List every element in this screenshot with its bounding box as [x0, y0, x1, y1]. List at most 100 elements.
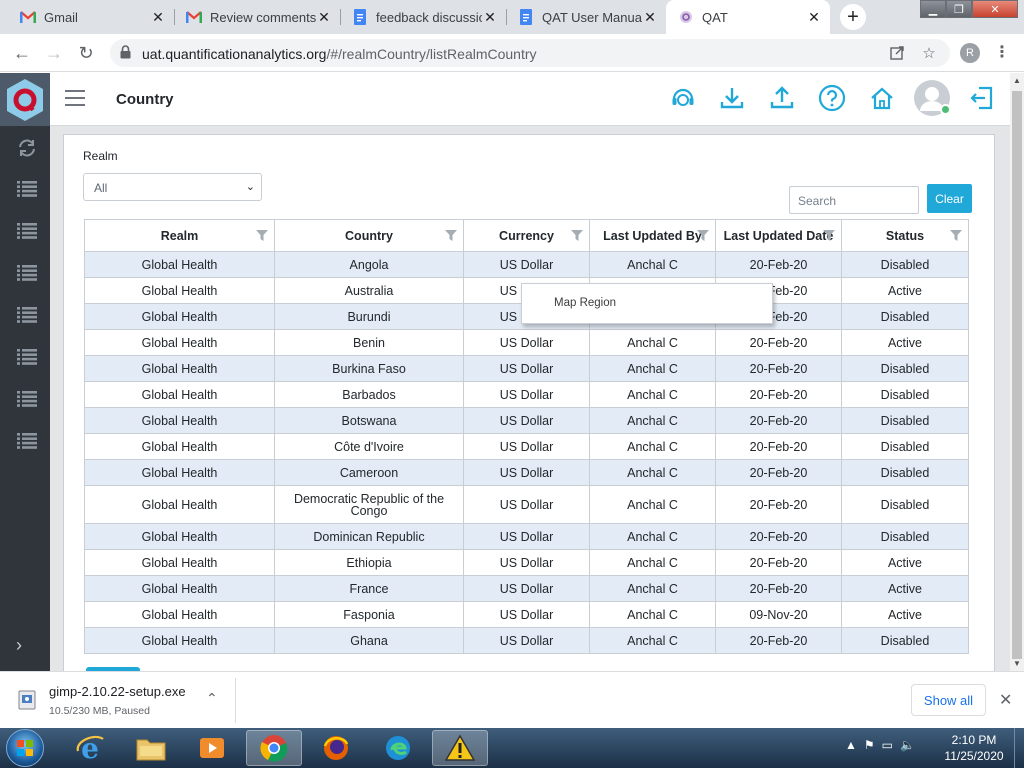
download-bar: gimp-2.10.22-setup.exe 10.5/230 MB, Paus…: [0, 671, 1024, 728]
sidebar-list-icon[interactable]: [17, 391, 37, 407]
edge-icon[interactable]: [370, 730, 426, 766]
file-explorer-icon[interactable]: [123, 730, 179, 766]
table-row[interactable]: Global Health Angola US Dollar Anchal C 20-F…: [84, 251, 969, 278]
menu-toggle-icon[interactable]: [65, 90, 85, 106]
clear-button[interactable]: Clear: [927, 184, 972, 213]
sidebar-list-icon[interactable]: [17, 349, 37, 365]
table-cell: Anchal C: [589, 433, 716, 460]
table-row[interactable]: Global Health Benin US Dollar Anchal C 20-Fe…: [84, 329, 969, 356]
tray-expand-icon[interactable]: ▲: [845, 738, 857, 752]
upload-icon[interactable]: [767, 83, 797, 113]
filter-icon[interactable]: [823, 230, 835, 241]
column-header[interactable]: Currency: [463, 219, 590, 252]
gmail-icon: [20, 9, 36, 25]
back-icon[interactable]: ←: [11, 42, 33, 64]
table-row[interactable]: Global Health Cameroon US Dollar Anchal C 20…: [84, 459, 969, 486]
table-row[interactable]: Global Health Côte d'Ivoire US Dollar Ancha…: [84, 433, 969, 460]
browser-menu-icon[interactable]: ⋮: [994, 42, 1010, 62]
warning-app-icon[interactable]: [432, 730, 488, 766]
browser-tab-feedback-discussion[interactable]: feedback discussio ✕: [340, 0, 506, 34]
table-row[interactable]: Global Health Ghana US Dollar Anchal C 20-Fe…: [84, 627, 969, 654]
taskbar-clock[interactable]: 2:10 PM 11/25/2020: [940, 732, 1008, 764]
column-header[interactable]: Status: [841, 219, 969, 252]
filter-icon[interactable]: [445, 230, 457, 241]
column-header[interactable]: Realm: [84, 219, 275, 252]
profile-avatar[interactable]: R: [960, 43, 980, 63]
sidebar-list-icon[interactable]: [17, 307, 37, 323]
download-item[interactable]: gimp-2.10.22-setup.exe 10.5/230 MB, Paus…: [0, 678, 236, 723]
table-row[interactable]: Global Health Burkina Faso US Dollar Anchal…: [84, 355, 969, 382]
browser-tab-qat[interactable]: QAT ✕: [666, 0, 830, 34]
refresh-icon[interactable]: [17, 139, 37, 157]
table-row[interactable]: Global Health Fasponia US Dollar Anchal C 09…: [84, 601, 969, 628]
chevron-down-icon: ⌄: [245, 181, 255, 193]
table-row[interactable]: Global Health Botswana US Dollar Anchal C 20…: [84, 407, 969, 434]
table-cell: Botswana: [274, 407, 464, 434]
filter-icon[interactable]: [950, 230, 962, 241]
help-icon[interactable]: [817, 83, 847, 113]
scroll-up-icon[interactable]: ▲: [1013, 76, 1021, 85]
table-row[interactable]: Global Health Dominican Republic US Dollar…: [84, 523, 969, 550]
context-menu-item-map-region[interactable]: Map Region: [554, 297, 616, 309]
minimize-icon[interactable]: ▁: [920, 0, 946, 18]
action-center-flag-icon[interactable]: ⚑: [864, 738, 875, 752]
column-header[interactable]: Last Updated Date: [715, 219, 842, 252]
filter-icon[interactable]: [256, 230, 268, 241]
address-bar[interactable]: uat.quantificationanalytics.org/#/realmC…: [110, 39, 950, 67]
close-tab-icon[interactable]: ✕: [806, 9, 822, 25]
column-header[interactable]: Country: [274, 219, 464, 252]
table-row[interactable]: Global Health Democratic Republic of the …: [84, 485, 969, 524]
sidebar-list-icon[interactable]: [17, 181, 37, 197]
download-status: 10.5/230 MB, Paused: [49, 705, 150, 717]
show-desktop-button[interactable]: [1014, 728, 1024, 768]
page-scrollbar[interactable]: ▲ ▼: [1010, 73, 1024, 671]
support-headset-icon[interactable]: [668, 83, 698, 113]
scroll-down-icon[interactable]: ▼: [1013, 659, 1021, 668]
browser-tab-review-comments[interactable]: Review comments ✕: [174, 0, 340, 34]
realm-filter-select[interactable]: All ⌄: [83, 173, 262, 201]
browser-tab-gmail[interactable]: Gmail ✕: [8, 0, 174, 34]
online-status-indicator: [940, 104, 951, 115]
sidebar-expand-icon[interactable]: ›: [16, 635, 22, 656]
internet-explorer-icon[interactable]: e: [62, 730, 118, 766]
network-icon[interactable]: ▭: [882, 738, 893, 752]
close-window-icon[interactable]: ✕: [972, 0, 1018, 18]
table-cell: US Dollar: [463, 433, 590, 460]
close-tab-icon[interactable]: ✕: [642, 9, 658, 25]
close-tab-icon[interactable]: ✕: [150, 9, 166, 25]
media-player-icon[interactable]: [184, 730, 240, 766]
close-tab-icon[interactable]: ✕: [316, 9, 332, 25]
windows-start-button[interactable]: [6, 729, 44, 767]
sidebar-list-icon[interactable]: [17, 265, 37, 281]
browser-tab-qat-user-manual[interactable]: QAT User Manual- ✕: [506, 0, 666, 34]
firefox-icon[interactable]: [308, 730, 364, 766]
qat-logo[interactable]: [0, 73, 50, 126]
download-icon[interactable]: [717, 83, 747, 113]
bookmark-star-icon[interactable]: ☆: [920, 44, 938, 62]
table-row[interactable]: Global Health Ethiopia US Dollar Anchal C 20…: [84, 549, 969, 576]
close-tab-icon[interactable]: ✕: [482, 9, 498, 25]
user-avatar[interactable]: [914, 80, 951, 116]
table-row[interactable]: Global Health France US Dollar Anchal C 20-F…: [84, 575, 969, 602]
forward-icon[interactable]: →: [43, 42, 65, 64]
scroll-thumb[interactable]: [1012, 91, 1022, 659]
home-icon[interactable]: [867, 83, 897, 113]
open-external-icon[interactable]: [888, 44, 906, 62]
volume-icon[interactable]: 🔈: [900, 738, 915, 752]
sidebar-list-icon[interactable]: [17, 223, 37, 239]
maximize-icon[interactable]: ❐: [946, 0, 972, 18]
logout-icon[interactable]: [967, 83, 997, 113]
table-row[interactable]: Global Health Barbados US Dollar Anchal C 20…: [84, 381, 969, 408]
sidebar-list-icon[interactable]: [17, 433, 37, 449]
filter-icon[interactable]: [697, 230, 709, 241]
reload-icon[interactable]: ↻: [75, 42, 97, 64]
table-cell: Disabled: [841, 523, 969, 550]
search-input[interactable]: Search: [789, 186, 919, 214]
close-download-bar-icon[interactable]: ✕: [999, 690, 1012, 710]
chevron-up-icon[interactable]: ⌃: [206, 690, 218, 707]
column-header[interactable]: Last Updated By: [589, 219, 716, 252]
filter-icon[interactable]: [571, 230, 583, 241]
new-tab-button[interactable]: +: [840, 4, 866, 30]
show-all-downloads-button[interactable]: Show all: [911, 684, 986, 716]
chrome-taskbar-icon[interactable]: [246, 730, 302, 766]
